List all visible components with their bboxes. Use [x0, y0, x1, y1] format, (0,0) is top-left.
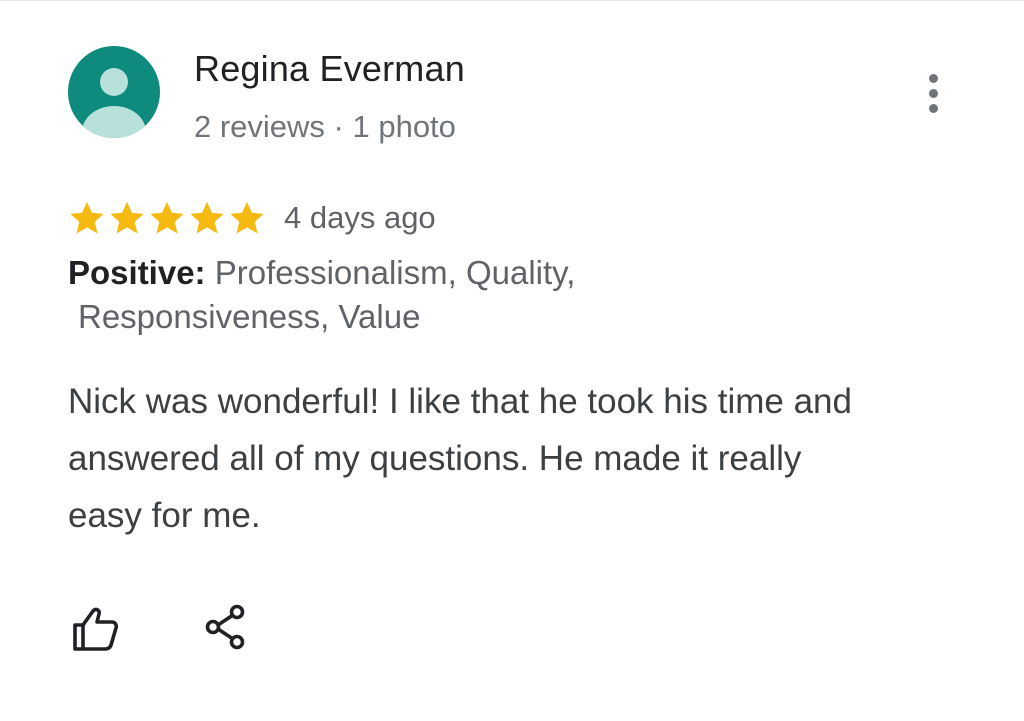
highlights-values-line1: Professionalism, Quality, — [205, 254, 576, 291]
share-icon — [205, 604, 245, 650]
review-date: 4 days ago — [284, 200, 436, 235]
more-vert-icon — [928, 73, 938, 83]
share-button[interactable] — [198, 599, 254, 655]
star-icon — [150, 201, 184, 234]
highlights-label: Positive: — [68, 254, 206, 291]
star-rating — [68, 199, 266, 237]
more-vert-icon-dot — [928, 103, 938, 113]
highlights-values-line2: Responsiveness, Value — [78, 298, 421, 335]
reviewer-name[interactable]: Regina Everman — [194, 48, 465, 90]
thumb-up-icon — [73, 607, 119, 651]
more-vert-icon-dot — [928, 88, 938, 98]
review-card: Regina Everman 2 reviews · 1 photo 4 day… — [0, 0, 1024, 721]
review-highlights: Positive: Professionalism, Quality, Resp… — [68, 251, 708, 339]
star-icon — [190, 201, 224, 234]
reviewer-meta[interactable]: 2 reviews · 1 photo — [194, 109, 456, 145]
avatar[interactable] — [68, 46, 160, 138]
more-options-button[interactable] — [914, 67, 952, 119]
star-icon — [110, 201, 144, 234]
star-icon — [70, 201, 104, 234]
rating-row: 4 days ago — [68, 199, 436, 237]
person-icon — [82, 68, 146, 138]
review-text: Nick was wonderful! I like that he took … — [68, 382, 852, 535]
like-button[interactable] — [66, 601, 124, 657]
star-icon — [230, 201, 264, 234]
